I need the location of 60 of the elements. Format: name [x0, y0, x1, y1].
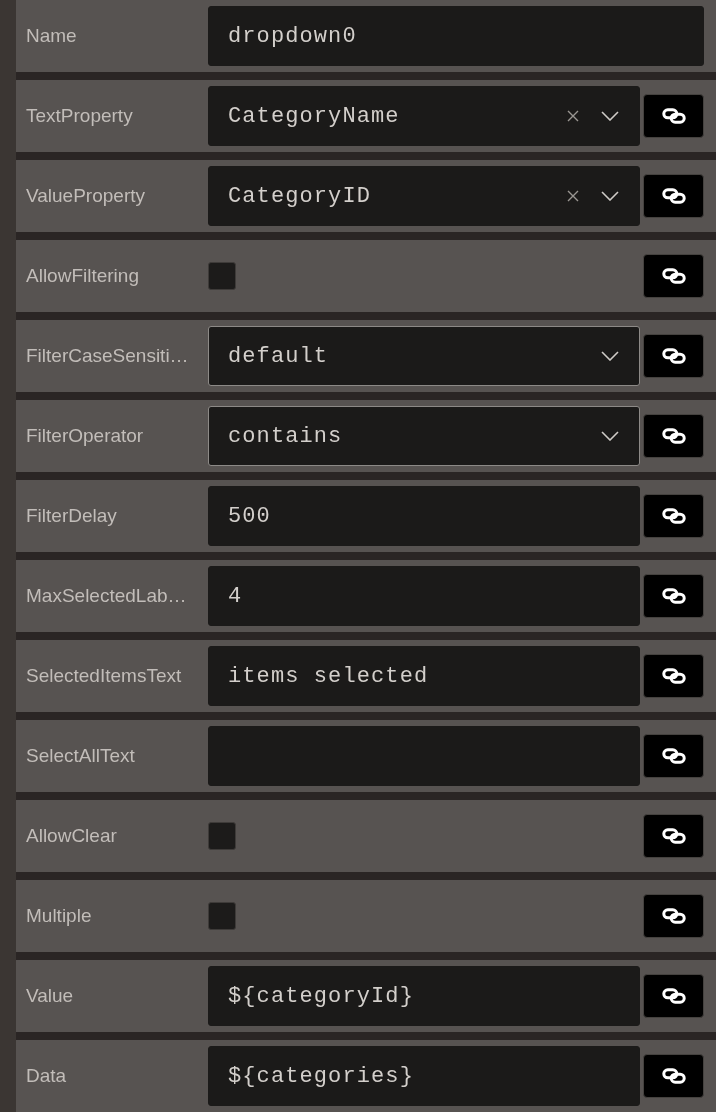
bind-button[interactable]: [643, 334, 704, 378]
bind-button[interactable]: [643, 494, 704, 538]
bind-button[interactable]: [643, 174, 704, 218]
text-field[interactable]: 4: [208, 566, 640, 626]
dropdown-field[interactable]: CategoryName: [208, 86, 640, 146]
link-icon: [661, 508, 686, 524]
text-field[interactable]: 500: [208, 486, 640, 546]
property-label: ValueProperty: [26, 183, 146, 208]
bind-button[interactable]: [643, 414, 704, 458]
property-label: Multiple: [26, 903, 93, 928]
text-field[interactable]: [208, 726, 640, 786]
text-field[interactable]: ${categoryId}: [208, 966, 640, 1026]
link-icon: [661, 1068, 686, 1084]
bind-button[interactable]: [643, 94, 704, 138]
text-field[interactable]: ${categories}: [208, 1046, 640, 1106]
link-icon: [661, 828, 686, 844]
chevron-down-icon: [601, 351, 619, 361]
clear-icon: [567, 190, 579, 202]
checkbox[interactable]: [208, 822, 236, 850]
link-icon: [661, 428, 686, 444]
link-icon: [661, 108, 686, 124]
property-label: AllowFiltering: [26, 263, 140, 288]
bind-button[interactable]: [643, 734, 704, 778]
property-label: MaxSelectedLab…: [26, 583, 188, 608]
property-label: SelectAllText: [26, 743, 136, 768]
bind-button[interactable]: [643, 574, 704, 618]
chevron-down-icon: [601, 111, 619, 121]
chevron-down-icon: [601, 431, 619, 441]
checkbox[interactable]: [208, 902, 236, 930]
select-field[interactable]: contains: [208, 406, 640, 466]
bind-button[interactable]: [643, 894, 704, 938]
link-icon: [661, 748, 686, 764]
property-label: Name: [26, 23, 78, 48]
dropdown-field[interactable]: CategoryID: [208, 166, 640, 226]
chevron-down-icon: [601, 191, 619, 201]
bind-button[interactable]: [643, 1054, 704, 1098]
text-field[interactable]: dropdown0: [208, 6, 704, 66]
link-icon: [661, 908, 686, 924]
bind-button[interactable]: [643, 654, 704, 698]
link-icon: [661, 348, 686, 364]
property-label: FilterDelay: [26, 503, 118, 528]
link-icon: [661, 988, 686, 1004]
link-icon: [661, 588, 686, 604]
link-icon: [661, 188, 686, 204]
property-label: FilterCaseSensiti…: [26, 343, 190, 368]
property-label: AllowClear: [26, 823, 118, 848]
property-label: TextProperty: [26, 103, 134, 128]
property-label: SelectedItemsText: [26, 663, 183, 688]
checkbox[interactable]: [208, 262, 236, 290]
property-label: Value: [26, 983, 75, 1008]
clear-icon: [567, 110, 579, 122]
bind-button[interactable]: [643, 814, 704, 858]
link-icon: [661, 268, 686, 284]
link-icon: [661, 668, 686, 684]
property-label: Data: [26, 1063, 68, 1088]
select-field[interactable]: default: [208, 326, 640, 386]
property-label: FilterOperator: [26, 423, 145, 448]
text-field[interactable]: items selected: [208, 646, 640, 706]
bind-button[interactable]: [643, 974, 704, 1018]
bind-button[interactable]: [643, 254, 704, 298]
